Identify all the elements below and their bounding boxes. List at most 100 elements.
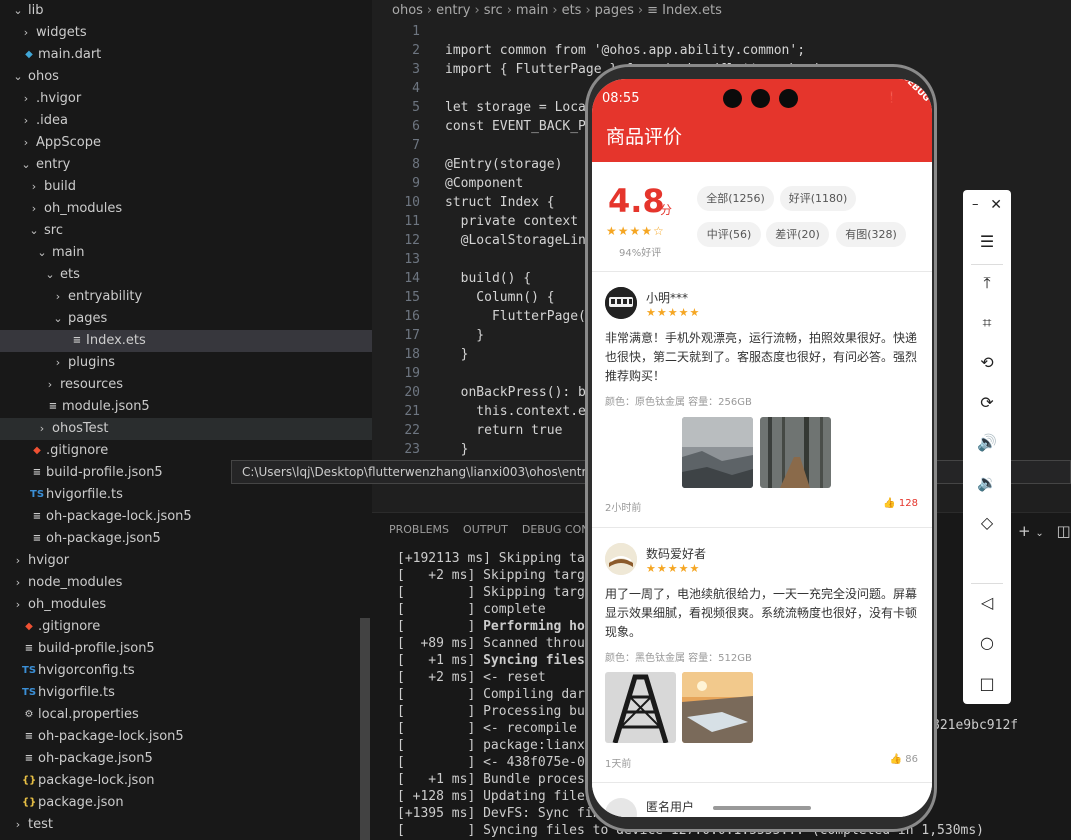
explorer-item[interactable]: › resources: [0, 374, 372, 396]
fold-icon[interactable]: ◇: [963, 510, 1011, 536]
explorer-item[interactable]: {} package-lock.json: [0, 770, 372, 792]
chevron-right-icon[interactable]: ›: [12, 594, 24, 616]
filter-chip-positive[interactable]: 好评(1180): [780, 186, 856, 211]
explorer-item[interactable]: ≡ oh-package.json5: [0, 748, 372, 770]
explorer-item[interactable]: › node_modules: [0, 572, 372, 594]
breadcrumb-item[interactable]: ets: [562, 3, 582, 18]
explorer-item[interactable]: ⌄ src: [0, 220, 372, 242]
chevron-down-icon[interactable]: ⌄: [36, 242, 48, 264]
explorer-item[interactable]: ◆ main.dart: [0, 44, 372, 66]
explorer-item[interactable]: ◆.gitignore: [0, 616, 372, 638]
chevron-right-icon[interactable]: ›: [28, 176, 40, 198]
review-image[interactable]: [682, 417, 753, 488]
explorer-item[interactable]: TS hvigorfile.ts: [0, 682, 372, 704]
explorer-item[interactable]: TS hvigorfile.ts: [0, 484, 372, 506]
explorer-item[interactable]: › test: [0, 814, 372, 836]
explorer-item[interactable]: › AppScope: [0, 132, 372, 154]
breadcrumb-item[interactable]: pages: [595, 3, 634, 18]
explorer-item[interactable]: › hvigor: [0, 550, 372, 572]
chevron-right-icon[interactable]: ›: [28, 198, 40, 220]
breadcrumb-item[interactable]: entry: [436, 3, 470, 18]
explorer-item[interactable]: ≡ build-profile.json5: [0, 638, 372, 660]
breadcrumb-item[interactable]: ≡ Index.ets: [647, 3, 722, 18]
filter-chip-neutral[interactable]: 中评(56): [697, 222, 761, 247]
explorer-item[interactable]: ⌄ main: [0, 242, 372, 264]
home-icon[interactable]: ○: [963, 630, 1011, 656]
explorer-item[interactable]: › build: [0, 176, 372, 198]
explorer-scrollbar[interactable]: [360, 618, 370, 840]
explorer-item[interactable]: ⌄ ohos: [0, 66, 372, 88]
explorer-item[interactable]: ⌄ pages: [0, 308, 372, 330]
explorer-item[interactable]: › plugins: [0, 352, 372, 374]
explorer-item[interactable]: ⚙ local.properties: [0, 704, 372, 726]
chevron-right-icon[interactable]: ›: [52, 286, 64, 308]
explorer-item[interactable]: ⌄ entry: [0, 154, 372, 176]
review-likes[interactable]: 👍 86: [890, 754, 918, 765]
filter-chip-all[interactable]: 全部(1256): [697, 186, 774, 211]
pin-top-icon[interactable]: ⤒: [963, 270, 1011, 296]
volume-up-icon[interactable]: 🔊: [963, 430, 1011, 456]
filter-chip-with-images[interactable]: 有图(328): [836, 222, 906, 247]
crop-icon[interactable]: ⌗: [963, 310, 1011, 336]
home-indicator[interactable]: [713, 806, 811, 810]
review-image[interactable]: [760, 417, 831, 488]
explorer-item[interactable]: ≡ module.json5: [0, 396, 372, 418]
phone-screen[interactable]: 08:55 ❗ DEBUG 商品评价 4.8 分 ★★★★☆ 94%好评 全部(…: [592, 79, 932, 817]
explorer-item[interactable]: ≡ oh-package.json5: [0, 528, 372, 550]
explorer-item-label: build: [44, 179, 76, 194]
chevron-down-icon[interactable]: ⌄: [1035, 528, 1043, 539]
review-image[interactable]: [682, 672, 753, 743]
explorer-item[interactable]: ◆.gitignore: [0, 440, 372, 462]
explorer-item[interactable]: ≡ oh-package-lock.json5: [0, 506, 372, 528]
explorer-item[interactable]: TS hvigorconfig.ts: [0, 660, 372, 682]
chevron-down-icon[interactable]: ⌄: [12, 0, 24, 22]
chevron-right-icon[interactable]: ›: [20, 22, 32, 44]
chevron-right-icon[interactable]: ›: [20, 132, 32, 154]
chevron-right-icon[interactable]: ›: [20, 110, 32, 132]
add-icon[interactable]: +: [1018, 522, 1031, 540]
chevron-down-icon[interactable]: ⌄: [44, 264, 56, 286]
chevron-right-icon[interactable]: ›: [44, 374, 56, 396]
explorer-item[interactable]: ≡ Index.ets: [0, 330, 372, 352]
chevron-right-icon[interactable]: ›: [12, 550, 24, 572]
explorer-item[interactable]: ◆.gitignore: [0, 836, 372, 840]
review-likes[interactable]: 👍 128: [883, 498, 918, 509]
back-icon[interactable]: ◁: [963, 590, 1011, 616]
chevron-down-icon[interactable]: ⌄: [28, 220, 40, 242]
chevron-right-icon[interactable]: ›: [36, 418, 48, 440]
debug-ribbon-icon: DEBUG: [899, 79, 932, 104]
split-icon[interactable]: ◫: [1057, 522, 1071, 540]
panel-tab[interactable]: OUTPUT: [463, 523, 508, 536]
panel-tab[interactable]: PROBLEMS: [389, 523, 449, 536]
explorer-item[interactable]: › oh_modules: [0, 198, 372, 220]
close-icon[interactable]: ✕: [963, 192, 1011, 218]
breadcrumb-item[interactable]: ohos: [392, 3, 423, 18]
breadcrumb-item[interactable]: src: [484, 3, 503, 18]
explorer-item[interactable]: ⌄ ets: [0, 264, 372, 286]
chevron-down-icon[interactable]: ⌄: [20, 154, 32, 176]
explorer-item[interactable]: ≡ oh-package-lock.json5: [0, 726, 372, 748]
explorer-item[interactable]: ⌄ lib: [0, 0, 372, 22]
recents-icon[interactable]: □: [963, 671, 1011, 697]
explorer-item[interactable]: › oh_modules: [0, 594, 372, 616]
review-image[interactable]: [605, 672, 676, 743]
chevron-right-icon[interactable]: ›: [12, 572, 24, 594]
filter-chip-negative[interactable]: 差评(20): [766, 222, 829, 247]
rotate-right-icon[interactable]: ⟳: [963, 390, 1011, 416]
explorer-item[interactable]: › .hvigor: [0, 88, 372, 110]
chevron-right-icon[interactable]: ›: [52, 352, 64, 374]
emulator-toolbar: – ✕ ☰ ⤒ ⌗ ⟲ ⟳ 🔊 🔉 ◇ ◁ ○ □: [963, 190, 1011, 704]
rotate-left-icon[interactable]: ⟲: [963, 350, 1011, 376]
explorer-item[interactable]: › widgets: [0, 22, 372, 44]
chevron-right-icon[interactable]: ›: [12, 814, 24, 836]
breadcrumb-item[interactable]: main: [516, 3, 548, 18]
explorer-item[interactable]: {} package.json: [0, 792, 372, 814]
explorer-item[interactable]: › ohosTest: [0, 418, 372, 440]
chevron-down-icon[interactable]: ⌄: [52, 308, 64, 330]
explorer-item[interactable]: › entryability: [0, 286, 372, 308]
menu-icon[interactable]: ☰: [963, 229, 1011, 255]
chevron-right-icon[interactable]: ›: [20, 88, 32, 110]
explorer-item[interactable]: › .idea: [0, 110, 372, 132]
volume-down-icon[interactable]: 🔉: [963, 470, 1011, 496]
chevron-down-icon[interactable]: ⌄: [12, 66, 24, 88]
